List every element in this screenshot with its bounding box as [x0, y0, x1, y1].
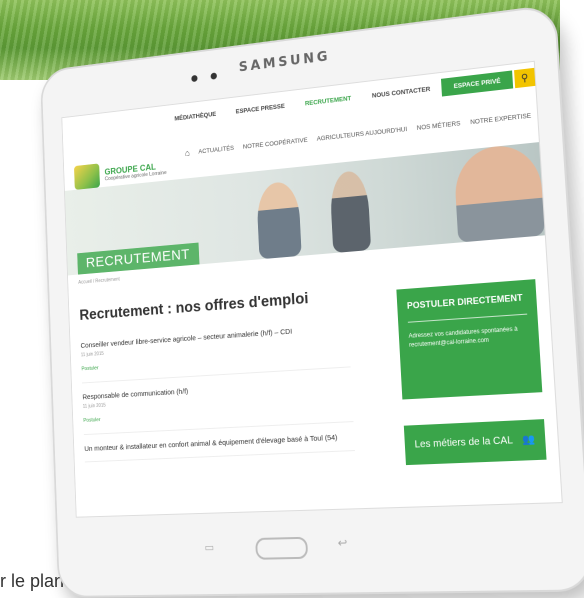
- recent-apps-icon[interactable]: ▭: [204, 541, 214, 554]
- banner-title: RECRUTEMENT: [77, 242, 200, 275]
- top-link-mediatheque[interactable]: MÉDIATHÈQUE: [165, 104, 225, 128]
- banner-person-woman: [256, 180, 302, 260]
- divider: [407, 313, 528, 323]
- website-screen: MÉDIATHÈQUE ESPACE PRESSE RECRUTEMENT NO…: [61, 60, 563, 518]
- home-hardware-button[interactable]: [255, 536, 309, 560]
- nav-item-cooperative[interactable]: NOTRE COOPÉRATIVE: [243, 137, 308, 151]
- people-icon: 👥: [521, 434, 536, 447]
- top-link-recrutement[interactable]: RECRUTEMENT: [295, 88, 361, 113]
- job-listings: Recrutement : nos offres d'emploi Consei…: [79, 276, 356, 473]
- banner-person-closeup: [453, 142, 545, 243]
- breadcrumb[interactable]: Accueil / Recrutement: [78, 277, 120, 286]
- postuler-link[interactable]: Postuler: [83, 417, 100, 424]
- nav-item-agriculteurs[interactable]: AGRICULTEURS AUJOURD'HUI: [317, 126, 408, 143]
- search-button[interactable]: ⚲: [514, 67, 536, 89]
- nav-item-actualites[interactable]: ACTUALITÉS: [198, 145, 234, 155]
- metiers-button[interactable]: Les métiers de la CAL 👥: [403, 419, 547, 466]
- metiers-label: Les métiers de la CAL: [414, 435, 514, 451]
- banner-person-man: [329, 169, 372, 254]
- list-item: Responsable de communication (h/f) 11 ju…: [82, 377, 354, 436]
- list-item: Conseiller vendeur libre-service agricol…: [80, 322, 351, 384]
- home-icon[interactable]: ⌂: [185, 148, 190, 158]
- list-item: Un monteur & installateur en confort ani…: [84, 432, 355, 463]
- sidebar: POSTULER DIRECTEMENT Adressez vos candid…: [396, 279, 547, 466]
- page-title: Recrutement : nos offres d'emploi: [79, 290, 309, 324]
- nav-item-metiers[interactable]: NOS MÉTIERS: [417, 120, 461, 132]
- postuler-title: POSTULER DIRECTEMENT: [406, 292, 523, 311]
- top-link-espace-presse[interactable]: ESPACE PRESSE: [226, 96, 294, 121]
- postuler-box: POSTULER DIRECTEMENT Adressez vos candid…: [396, 279, 543, 400]
- logo-mark-icon: [73, 163, 101, 190]
- document-text-fragment: r le plan: [0, 571, 65, 591]
- top-link-nous-contacter[interactable]: NOUS CONTACTER: [362, 79, 440, 106]
- back-icon[interactable]: ↩: [337, 536, 347, 550]
- nav-item-expertise[interactable]: NOTRE EXPERTISE: [470, 112, 531, 126]
- job-title-link[interactable]: Un monteur & installateur en confort ani…: [84, 432, 354, 454]
- search-icon: ⚲: [520, 72, 529, 84]
- postuler-link[interactable]: Postuler: [81, 366, 98, 373]
- espace-prive-button[interactable]: ESPACE PRIVÉ: [441, 70, 514, 97]
- tablet-device: SAMSUNG MÉDIATHÈQUE ESPACE PRESSE RECRUT…: [39, 3, 584, 598]
- postuler-email-text[interactable]: Adressez vos candidatures spontanées à r…: [408, 325, 529, 351]
